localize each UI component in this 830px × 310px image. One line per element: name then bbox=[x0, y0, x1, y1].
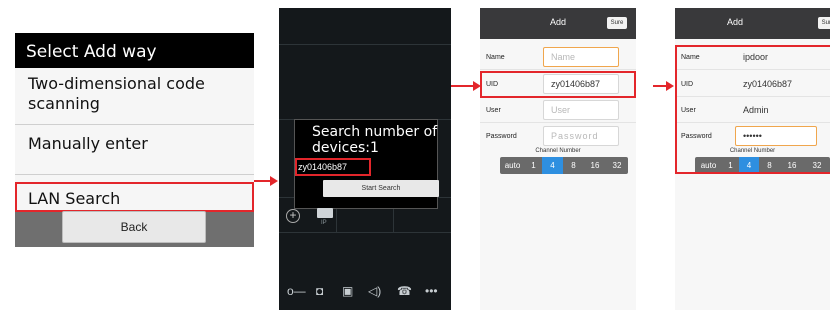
sure-button[interactable]: Sure bbox=[818, 17, 830, 29]
name-field[interactable]: Name bbox=[543, 47, 619, 67]
option-lan-search[interactable]: LAN Search bbox=[15, 182, 254, 212]
form-header: Add Sure bbox=[675, 8, 830, 39]
add-device-form-filled: Add Sure Name ipdoor UID zy01406b87 User… bbox=[675, 8, 830, 310]
camera-icon[interactable]: ◘ bbox=[316, 284, 323, 298]
divider bbox=[480, 122, 636, 123]
add-device-form-empty: Add Sure Name Name UID zy01406b87 User U… bbox=[480, 8, 636, 310]
camera-thumbnail-icon[interactable] bbox=[317, 208, 333, 218]
bottom-toolbar: o— ◘ ▣ ◁) ☎ ••• bbox=[279, 278, 451, 310]
channel-option-auto[interactable]: auto bbox=[500, 157, 525, 174]
channel-option-4[interactable]: 4 bbox=[542, 157, 563, 174]
password-label: Password bbox=[486, 133, 517, 140]
camera-label: IP bbox=[321, 220, 327, 226]
channel-option-16[interactable]: 16 bbox=[584, 157, 606, 174]
search-result-dialog: Search number of devices:1 zy01406b87 St… bbox=[294, 119, 439, 209]
divider bbox=[15, 124, 254, 125]
select-add-way-dialog: Select Add way Two-dimensional code scan… bbox=[15, 33, 254, 247]
password-field[interactable]: Password bbox=[543, 126, 619, 146]
name-label: Name bbox=[486, 54, 505, 61]
search-screen: Search number of devices:1 zy01406b87 St… bbox=[279, 8, 451, 310]
channel-option-1[interactable]: 1 bbox=[525, 157, 542, 174]
divider bbox=[480, 69, 636, 70]
found-device-uid[interactable]: zy01406b87 bbox=[295, 158, 371, 176]
plus-circle-icon[interactable]: + bbox=[286, 209, 300, 223]
channel-number-label: Channel Number bbox=[535, 148, 581, 154]
channel-selector: auto 1 4 8 16 32 bbox=[500, 157, 628, 174]
start-search-button[interactable]: Start Search bbox=[323, 180, 439, 197]
search-count-text: Search number of devices:1 bbox=[312, 124, 438, 156]
grid-line bbox=[279, 44, 451, 45]
divider bbox=[15, 174, 254, 175]
flow-arrow bbox=[254, 180, 271, 182]
form-title: Add bbox=[726, 17, 743, 27]
option-qr-code-scan[interactable]: Two-dimensional code scanning bbox=[15, 74, 254, 114]
channel-option-8[interactable]: 8 bbox=[563, 157, 584, 174]
key-icon[interactable]: o— bbox=[287, 284, 306, 298]
flow-arrow bbox=[653, 85, 667, 87]
video-icon[interactable]: ▣ bbox=[342, 284, 353, 298]
more-icon[interactable]: ••• bbox=[425, 284, 438, 298]
user-label: User bbox=[486, 107, 501, 114]
arrow-head-icon bbox=[270, 176, 278, 186]
arrow-head-icon bbox=[666, 81, 674, 91]
option-manual-enter[interactable]: Manually enter bbox=[15, 134, 254, 154]
form-highlight-box bbox=[675, 45, 830, 174]
flow-arrow bbox=[451, 85, 474, 87]
dialog-title: Select Add way bbox=[15, 33, 254, 68]
speaker-icon[interactable]: ◁) bbox=[368, 284, 381, 298]
phone-icon[interactable]: ☎ bbox=[397, 284, 412, 298]
grid-line bbox=[279, 232, 451, 233]
sure-button[interactable]: Sure bbox=[607, 17, 627, 29]
user-field[interactable]: User bbox=[543, 100, 619, 120]
form-header: Add Sure bbox=[480, 8, 636, 39]
back-button[interactable]: Back bbox=[62, 211, 206, 243]
uid-highlight-box bbox=[480, 71, 636, 98]
channel-option-32[interactable]: 32 bbox=[606, 157, 628, 174]
